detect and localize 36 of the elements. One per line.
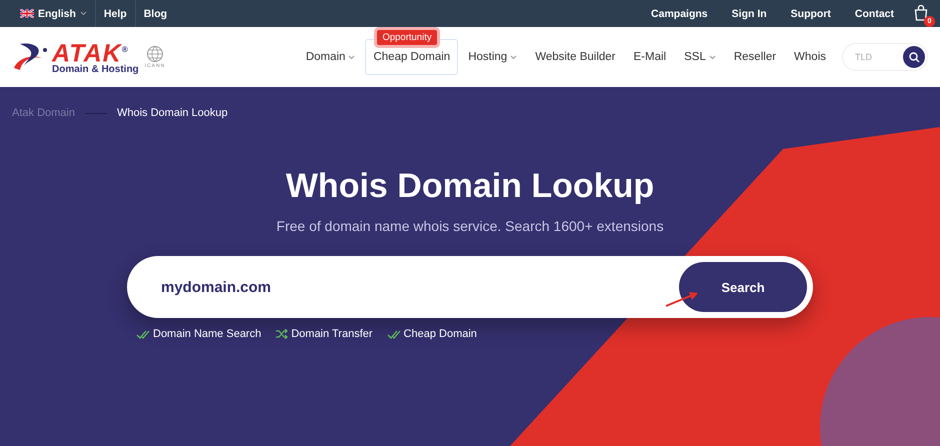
hero-title: Whois Domain Lookup [286,167,654,206]
chevron-icon [80,11,87,16]
nav-item[interactable]: E-Mail [626,39,674,75]
top-link[interactable]: Campaigns [639,8,720,20]
shuffle-icon [275,329,288,339]
top-link[interactable]: Blog [136,0,176,27]
top-link[interactable]: Support [778,8,843,20]
search-button[interactable]: Search [679,262,807,312]
chevron-icon [348,54,356,60]
chevron-icon [510,54,518,60]
globe-icon [146,44,164,63]
nav-item[interactable]: Website Builder [527,39,624,75]
top-link[interactable]: Contact [842,8,906,20]
logo-wordmark: ATAK$^{®}$ [52,38,129,64]
opportunity-badge: Opportunity [377,30,437,45]
nav-item[interactable]: Domain [298,39,364,75]
logo-tagline: Domain & Hosting [52,64,139,76]
nav-item[interactable]: Whois [786,39,834,75]
feature-link[interactable]: Cheap Domain [386,328,477,340]
search-icon [908,52,920,62]
breadcrumb-item[interactable]: Whois Domain Lookup [116,107,228,119]
shopping-bag-icon[interactable] [914,4,928,20]
feature-link[interactable]: Domain Transfer [275,328,373,340]
feature-link[interactable]: Domain Name Search [136,328,262,340]
arrow-annotation [665,290,701,308]
top-link[interactable]: Sign In [720,8,779,20]
double-check-icon [136,330,150,338]
nav-item[interactable]: Reseller [726,39,784,75]
search-button[interactable] [903,46,925,68]
chevron-icon [708,54,716,60]
nav-item[interactable]: Hosting [460,39,526,75]
domain-search-bar[interactable]: mydomain.com Search [127,256,813,318]
hero-subtitle: Free of domain name whois service. Search 1600+ extensions [276,218,664,234]
flag-icon [20,9,34,18]
double-check-icon [386,330,401,338]
nav-item[interactable]: SSL [676,39,724,75]
